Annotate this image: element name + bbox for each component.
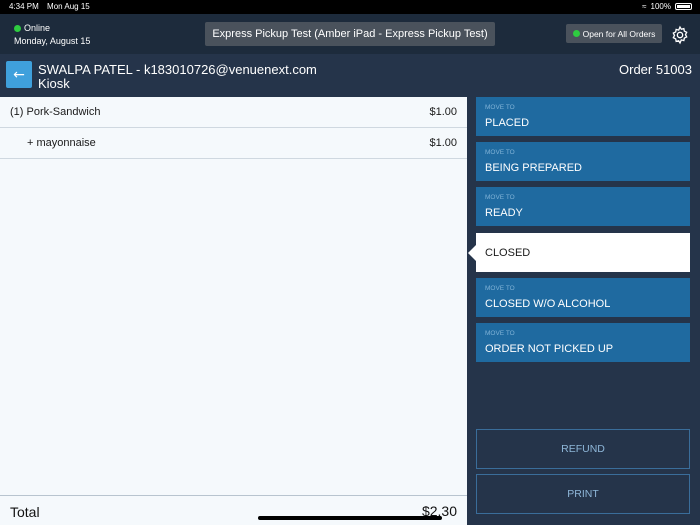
customer-name: SWALPA PATEL - k183010726@venuenext.com xyxy=(38,62,317,77)
open-for-orders-label: Open for All Orders xyxy=(582,28,656,39)
item-label: + mayonnaise xyxy=(27,137,96,149)
list-item[interactable]: (1) Pork-Sandwich $1.00 xyxy=(0,97,467,128)
move-to-hint: MOVE TO xyxy=(485,330,515,337)
status-name: BEING PREPARED xyxy=(485,162,582,174)
battery-icon xyxy=(675,3,692,10)
status-name: PLACED xyxy=(485,117,530,129)
item-label: (1) Pork-Sandwich xyxy=(10,106,101,118)
move-to-hint: MOVE TO xyxy=(485,194,515,201)
status-name: CLOSED xyxy=(485,247,531,259)
move-to-being-prepared-button[interactable]: MOVE TO BEING PREPARED xyxy=(476,142,690,181)
move-to-ready-button[interactable]: MOVE TO READY xyxy=(476,187,690,226)
order-number: Order 51003 xyxy=(619,62,692,77)
gear-icon[interactable] xyxy=(670,25,690,45)
connection-status: Online Monday, August 15 xyxy=(14,23,90,46)
move-to-order-not-picked-up-button[interactable]: MOVE TO ORDER NOT PICKED UP xyxy=(476,323,690,362)
order-header: ← SWALPA PATEL - k183010726@venuenext.co… xyxy=(0,54,700,96)
open-indicator-icon xyxy=(572,30,580,37)
move-to-closed-wo-alcohol-button[interactable]: MOVE TO CLOSED W/O ALCOHOL xyxy=(476,278,690,317)
arrow-left-icon: ← xyxy=(13,66,25,83)
current-status-pointer xyxy=(468,245,476,261)
move-to-placed-button[interactable]: MOVE TO PLACED xyxy=(476,97,690,136)
total-bar: Total $2.30 xyxy=(0,495,467,525)
status-name: CLOSED W/O ALCOHOL xyxy=(485,298,611,310)
wifi-icon: ≈ xyxy=(642,2,647,11)
total-label: Total xyxy=(10,504,40,520)
move-to-hint: MOVE TO xyxy=(485,285,515,292)
move-to-hint: MOVE TO xyxy=(485,104,515,111)
status-closed-current[interactable]: CLOSED xyxy=(476,233,690,272)
order-source: Kiosk xyxy=(38,76,70,91)
open-for-orders-button[interactable]: Open for All Orders xyxy=(566,24,662,43)
print-button[interactable]: PRINT xyxy=(476,474,690,514)
battery-percent: 100% xyxy=(650,2,671,11)
header-date: Monday, August 15 xyxy=(14,36,91,46)
status-name: READY xyxy=(485,207,523,219)
store-selector-button[interactable]: Express Pickup Test (Amber iPad - Expres… xyxy=(205,22,495,46)
order-items-list: (1) Pork-Sandwich $1.00 + mayonnaise $1.… xyxy=(0,97,467,495)
clock-time: 4:34 PM xyxy=(9,2,39,11)
home-indicator[interactable] xyxy=(258,516,442,520)
status-name: ORDER NOT PICKED UP xyxy=(485,343,614,355)
online-status: Online xyxy=(24,23,51,33)
back-button[interactable]: ← xyxy=(6,61,32,88)
list-item[interactable]: + mayonnaise $1.00 xyxy=(0,128,467,159)
move-to-hint: MOVE TO xyxy=(485,149,515,156)
clock-date: Mon Aug 15 xyxy=(47,2,90,11)
refund-button[interactable]: REFUND xyxy=(476,429,690,469)
item-price: $1.00 xyxy=(429,137,457,149)
top-header: Online Monday, August 15 Express Pickup … xyxy=(0,14,700,54)
online-indicator-icon xyxy=(14,24,21,32)
item-price: $1.00 xyxy=(429,106,457,118)
device-status-bar: 4:34 PM Mon Aug 15 ≈ 100% xyxy=(0,0,700,14)
